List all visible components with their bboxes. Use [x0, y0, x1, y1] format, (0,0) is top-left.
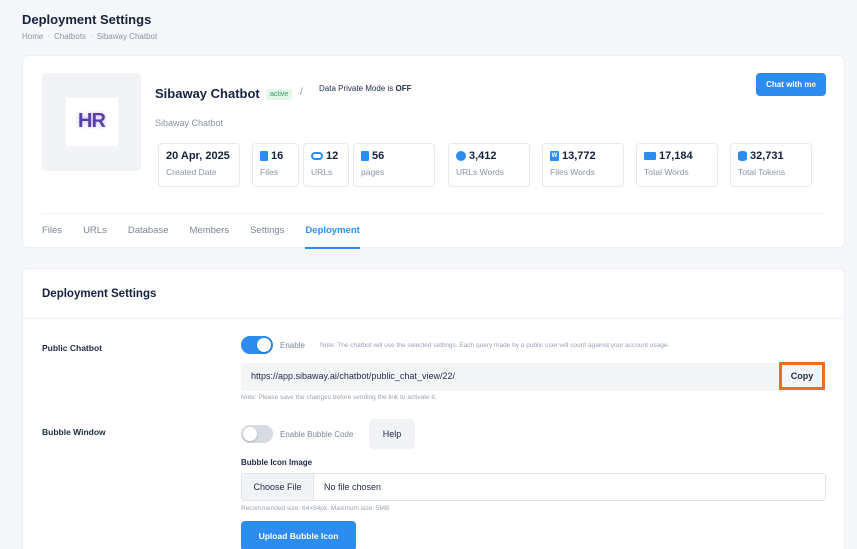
toggle-knob	[243, 427, 257, 441]
stat-total-tokens: 32,731 Total Tokens	[730, 143, 812, 187]
file-icon	[260, 151, 268, 161]
stat-value-row: 3,412	[456, 150, 522, 162]
stat-value: 12	[326, 150, 339, 162]
globe-icon	[456, 151, 466, 161]
link-icon	[311, 152, 323, 160]
stat-value-row: W 13,772	[550, 150, 616, 162]
breadcrumb-separator: ·	[90, 32, 93, 41]
logo-image: HR	[65, 98, 118, 146]
chatbot-subtitle: Sibaway Chatbot	[155, 118, 224, 128]
bubble-icon-image-label: Bubble Icon Image	[241, 458, 313, 467]
choose-file-button[interactable]: Choose File	[242, 474, 314, 500]
stat-value-row: 12	[311, 150, 341, 162]
stat-label: Files	[260, 167, 278, 177]
stat-label: Files Words	[550, 167, 595, 177]
save-note: Note: Please save the changes before sen…	[241, 394, 437, 401]
public-chatbot-label: Public Chatbot	[42, 343, 102, 353]
chatbot-logo: HR	[42, 73, 141, 171]
stat-urls-words: 3,412 URLs Words	[448, 143, 530, 187]
bubble-code-enable-label: Enable Bubble Code	[280, 430, 354, 439]
stat-label: URLs Words	[456, 167, 505, 177]
tab-members[interactable]: Members	[190, 214, 230, 249]
stat-label: Created Date	[166, 167, 217, 177]
bubble-window-label: Bubble Window	[42, 427, 106, 437]
stat-pages: 56 pages	[353, 143, 435, 187]
stat-value-row: 56	[361, 150, 427, 162]
data-private-mode: Data Private Mode is OFF	[319, 84, 412, 93]
private-mode-label: Data Private Mode is	[319, 84, 394, 93]
stat-value: 16	[271, 150, 284, 162]
tab-urls[interactable]: URLs	[83, 214, 107, 249]
stat-value: 56	[372, 150, 385, 162]
tab-database[interactable]: Database	[128, 214, 169, 249]
stat-urls: 12 URLs	[303, 143, 349, 187]
stat-files: 16 Files	[252, 143, 299, 187]
stat-files-words: W 13,772 Files Words	[542, 143, 624, 187]
stat-value: 32,731	[750, 150, 784, 162]
tab-settings[interactable]: Settings	[250, 214, 284, 249]
copy-button[interactable]: Copy	[779, 362, 825, 390]
toggle-knob	[257, 338, 271, 352]
status-badge: active	[266, 89, 293, 100]
size-note: Recommended size: 64×64px. Maximum size:…	[241, 505, 390, 512]
database-icon	[738, 151, 747, 161]
stat-label: URLs	[311, 167, 333, 177]
breadcrumb: Home · Chatbots · Sibaway Chatbot	[22, 32, 157, 41]
title-separator: /	[300, 87, 303, 98]
logo-text: HR	[78, 109, 106, 132]
keyboard-icon	[644, 152, 656, 160]
page-header: Deployment Settings Home · Chatbots · Si…	[22, 12, 157, 41]
bubble-code-toggle[interactable]	[241, 425, 273, 443]
deployment-settings-card: Deployment Settings Public Chatbot Enabl…	[22, 268, 845, 549]
stat-value-row: 17,184	[644, 150, 710, 162]
section-title: Deployment Settings	[42, 288, 157, 300]
tab-deployment[interactable]: Deployment	[305, 214, 361, 249]
stat-value: 13,772	[562, 150, 596, 162]
private-mode-value: OFF	[395, 84, 412, 93]
section-divider	[23, 318, 844, 319]
public-chat-url: https://app.sibaway.ai/chatbot/public_ch…	[241, 363, 825, 391]
chat-with-me-button[interactable]: Chat with me	[756, 73, 826, 96]
stat-value-row: 32,731	[738, 150, 804, 162]
chatbot-summary-card: HR Sibaway Chatbot active / Data Private…	[22, 55, 845, 249]
stat-value: 17,184	[659, 150, 693, 162]
chatbot-name: Sibaway Chatbot	[155, 86, 260, 101]
stat-created-date: 20 Apr, 2025 Created Date	[158, 143, 240, 187]
tab-files[interactable]: Files	[42, 214, 62, 249]
breadcrumb-chatbots[interactable]: Chatbots	[54, 32, 86, 41]
upload-bubble-icon-button[interactable]: Upload Bubble Icon	[241, 521, 356, 549]
word-icon: W	[550, 151, 559, 161]
help-button[interactable]: Help	[369, 419, 415, 449]
public-chatbot-note: Note: The chatbot will use the selected …	[320, 342, 670, 349]
breadcrumb-home[interactable]: Home	[22, 32, 43, 41]
stat-total-words: 17,184 Total Words	[636, 143, 718, 187]
public-chatbot-toggle[interactable]	[241, 336, 273, 354]
no-file-chosen-text: No file chosen	[324, 482, 382, 492]
stat-value-row: 16	[260, 150, 291, 162]
stat-value: 3,412	[469, 150, 497, 162]
public-chatbot-enable-label: Enable	[280, 341, 305, 350]
chatbot-tabs: Files URLs Database Members Settings Dep…	[42, 213, 825, 249]
stat-label: pages	[361, 167, 385, 177]
stat-label: Total Tokens	[738, 167, 786, 177]
breadcrumb-current: Sibaway Chatbot	[96, 32, 158, 41]
page-icon	[361, 151, 369, 161]
stat-label: Total Words	[644, 167, 689, 177]
breadcrumb-separator: ·	[47, 32, 51, 41]
bubble-icon-file-input[interactable]: Choose File No file chosen	[241, 473, 826, 501]
stat-value: 20 Apr, 2025	[166, 150, 230, 162]
page-title: Deployment Settings	[22, 12, 152, 27]
